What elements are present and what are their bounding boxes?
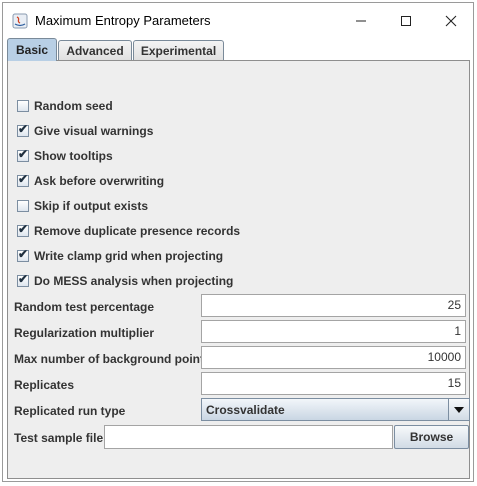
checkbox[interactable]: ✔ — [17, 272, 29, 287]
java-app-icon — [12, 13, 28, 29]
checkbox[interactable] — [17, 100, 29, 112]
browse-button[interactable]: Browse — [394, 425, 469, 449]
option-label: Write clamp grid when projecting — [34, 249, 224, 263]
option-random-seed[interactable]: Random seed — [17, 97, 113, 115]
checkmark-icon: ✔ — [18, 147, 29, 161]
option-skip-if-output-exists[interactable]: Skip if output exists — [17, 197, 148, 215]
maximize-icon — [401, 16, 411, 26]
checkmark-icon: ✔ — [18, 247, 29, 261]
tab-experimental[interactable]: Experimental — [133, 40, 224, 60]
title-bar[interactable]: Maximum Entropy Parameters — [3, 3, 473, 37]
replicated-run-type-select[interactable]: Crossvalidate — [201, 398, 470, 421]
checkmark-icon: ✔ — [18, 272, 29, 286]
selected-run-type: Crossvalidate — [206, 403, 285, 417]
close-button[interactable] — [429, 7, 473, 35]
tab-strip: Basic Advanced Experimental — [4, 37, 472, 61]
checkbox[interactable]: ✔ — [17, 172, 29, 187]
option-ask-before-overwriting[interactable]: ✔ Ask before overwriting — [17, 172, 164, 190]
minimize-icon — [356, 20, 366, 22]
option-do-mess-analysis[interactable]: ✔ Do MESS analysis when projecting — [17, 272, 233, 290]
random-test-percentage-label: Random test percentage — [14, 300, 155, 314]
checkmark-icon: ✔ — [18, 222, 29, 236]
option-label: Remove duplicate presence records — [34, 224, 241, 238]
option-give-visual-warnings[interactable]: ✔ Give visual warnings — [17, 122, 153, 140]
max-background-points-input[interactable]: 10000 — [201, 346, 466, 369]
max-background-points-label: Max number of background points — [14, 352, 211, 366]
option-show-tooltips[interactable]: ✔ Show tooltips — [17, 147, 113, 165]
replicated-run-type-label: Replicated run type — [14, 404, 126, 418]
tab-basic[interactable]: Basic — [7, 38, 57, 61]
option-write-clamp-grid[interactable]: ✔ Write clamp grid when projecting — [17, 247, 223, 265]
dropdown-arrow-icon[interactable] — [448, 399, 469, 420]
checkbox[interactable]: ✔ — [17, 222, 29, 237]
tab-advanced[interactable]: Advanced — [58, 40, 132, 60]
dialog-window: Maximum Entropy Parameters Basic Advance… — [2, 2, 474, 482]
regularization-multiplier-input[interactable]: 1 — [201, 320, 466, 343]
option-remove-duplicate-presence-records[interactable]: ✔ Remove duplicate presence records — [17, 222, 240, 240]
checkbox[interactable]: ✔ — [17, 122, 29, 137]
checkmark-icon: ✔ — [18, 122, 29, 136]
option-label: Show tooltips — [34, 149, 113, 163]
option-label: Skip if output exists — [34, 199, 149, 213]
option-label: Do MESS analysis when projecting — [34, 274, 234, 288]
option-label: Ask before overwriting — [34, 174, 165, 188]
maximize-button[interactable] — [384, 7, 428, 35]
option-label: Random seed — [34, 99, 113, 113]
basic-tab-panel: Random seed ✔ Give visual warnings ✔ Sho… — [7, 60, 470, 479]
test-sample-file-label: Test sample file — [14, 431, 104, 445]
window-title: Maximum Entropy Parameters — [35, 13, 211, 28]
option-label: Give visual warnings — [34, 124, 154, 138]
minimize-button[interactable] — [339, 7, 383, 35]
checkmark-icon: ✔ — [18, 172, 29, 186]
replicates-input[interactable]: 15 — [201, 372, 466, 395]
checkbox[interactable]: ✔ — [17, 247, 29, 262]
close-icon — [445, 15, 457, 27]
random-test-percentage-input[interactable]: 25 — [201, 294, 466, 317]
test-sample-file-input[interactable] — [104, 425, 393, 449]
checkbox[interactable]: ✔ — [17, 147, 29, 162]
regularization-multiplier-label: Regularization multiplier — [14, 326, 155, 340]
replicates-label: Replicates — [14, 378, 75, 392]
checkbox[interactable] — [17, 200, 29, 212]
